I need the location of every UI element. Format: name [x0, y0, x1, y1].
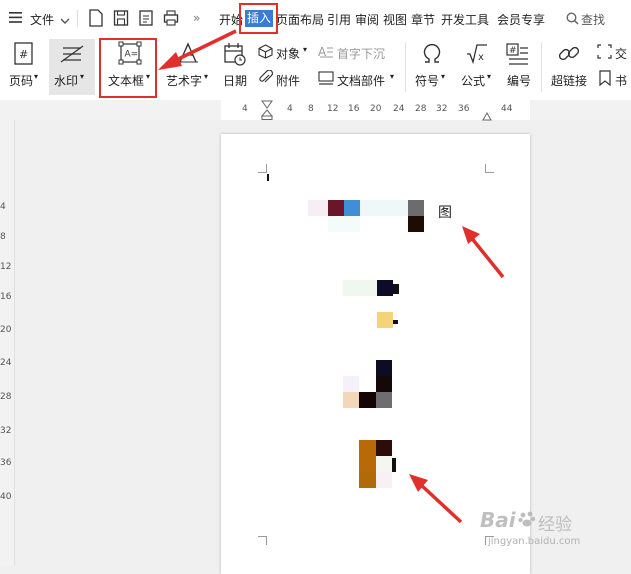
watermark-brand-suffix: 经验: [538, 515, 572, 535]
baidu-jingyan-watermark: Bai 经验 jingyan.baidu.com: [478, 508, 628, 558]
arrow-to-text-box: [158, 29, 237, 70]
paw-icon: [518, 510, 536, 531]
watermark-brand: Bai: [480, 508, 516, 532]
arrow-to-line1: [462, 226, 505, 279]
annotation-arrows: [158, 29, 505, 524]
watermark-url: jingyan.baidu.com: [488, 536, 581, 547]
arrow-to-line4: [409, 474, 463, 524]
